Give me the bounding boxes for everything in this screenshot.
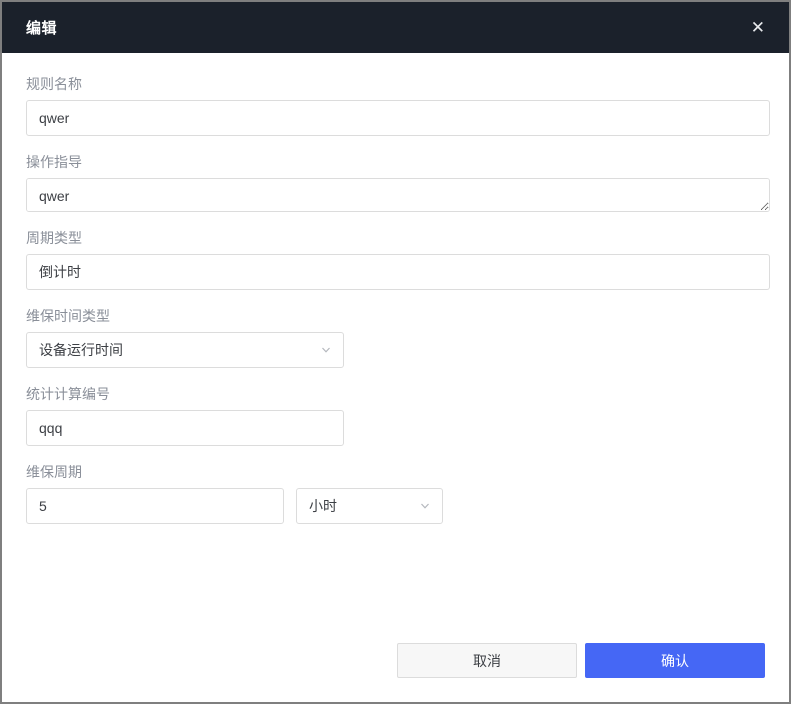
maintenance-time-type-label: 维保时间类型 bbox=[26, 308, 110, 324]
field-maintenance-cycle: 维保周期 小时 bbox=[26, 465, 765, 524]
operation-guide-label: 操作指导 bbox=[26, 154, 82, 170]
chevron-down-icon bbox=[322, 347, 330, 353]
maintenance-cycle-unit-value: 小时 bbox=[309, 498, 337, 514]
maintenance-time-type-select[interactable]: 设备运行时间 bbox=[26, 332, 344, 368]
field-rule-name: 规则名称 bbox=[26, 76, 770, 136]
maintenance-cycle-unit-select[interactable]: 小时 bbox=[296, 488, 443, 524]
chevron-down-icon bbox=[421, 503, 429, 509]
dialog-header: 编辑 ✕ bbox=[2, 2, 789, 53]
stat-calc-number-label: 统计计算编号 bbox=[26, 386, 110, 402]
stat-calc-number-input[interactable] bbox=[26, 410, 344, 446]
field-stat-calc-number: 统计计算编号 bbox=[26, 387, 765, 446]
close-icon[interactable]: ✕ bbox=[751, 19, 765, 36]
cycle-type-label: 周期类型 bbox=[26, 230, 82, 246]
field-cycle-type: 周期类型 bbox=[26, 230, 770, 290]
edit-dialog: 编辑 ✕ 规则名称 操作指导 qwer 周期类型 维保时间类型 设备运行时间 bbox=[0, 0, 791, 704]
maintenance-cycle-input[interactable] bbox=[26, 488, 284, 524]
operation-guide-textarea[interactable]: qwer bbox=[26, 178, 770, 212]
dialog-body: 规则名称 操作指导 qwer 周期类型 维保时间类型 设备运行时间 统计计算编号 bbox=[2, 53, 789, 643]
confirm-button[interactable]: 确认 bbox=[585, 643, 765, 678]
maintenance-time-type-value: 设备运行时间 bbox=[39, 342, 123, 358]
dialog-footer: 取消 确认 bbox=[2, 643, 789, 702]
cancel-button[interactable]: 取消 bbox=[397, 643, 577, 678]
rule-name-label: 规则名称 bbox=[26, 76, 82, 92]
maintenance-cycle-row: 小时 bbox=[26, 488, 765, 524]
maintenance-cycle-label: 维保周期 bbox=[26, 464, 82, 480]
field-operation-guide: 操作指导 qwer bbox=[26, 154, 770, 212]
field-maintenance-time-type: 维保时间类型 设备运行时间 bbox=[26, 309, 765, 368]
cycle-type-input[interactable] bbox=[26, 254, 770, 290]
dialog-title: 编辑 bbox=[26, 20, 58, 37]
rule-name-input[interactable] bbox=[26, 100, 770, 136]
